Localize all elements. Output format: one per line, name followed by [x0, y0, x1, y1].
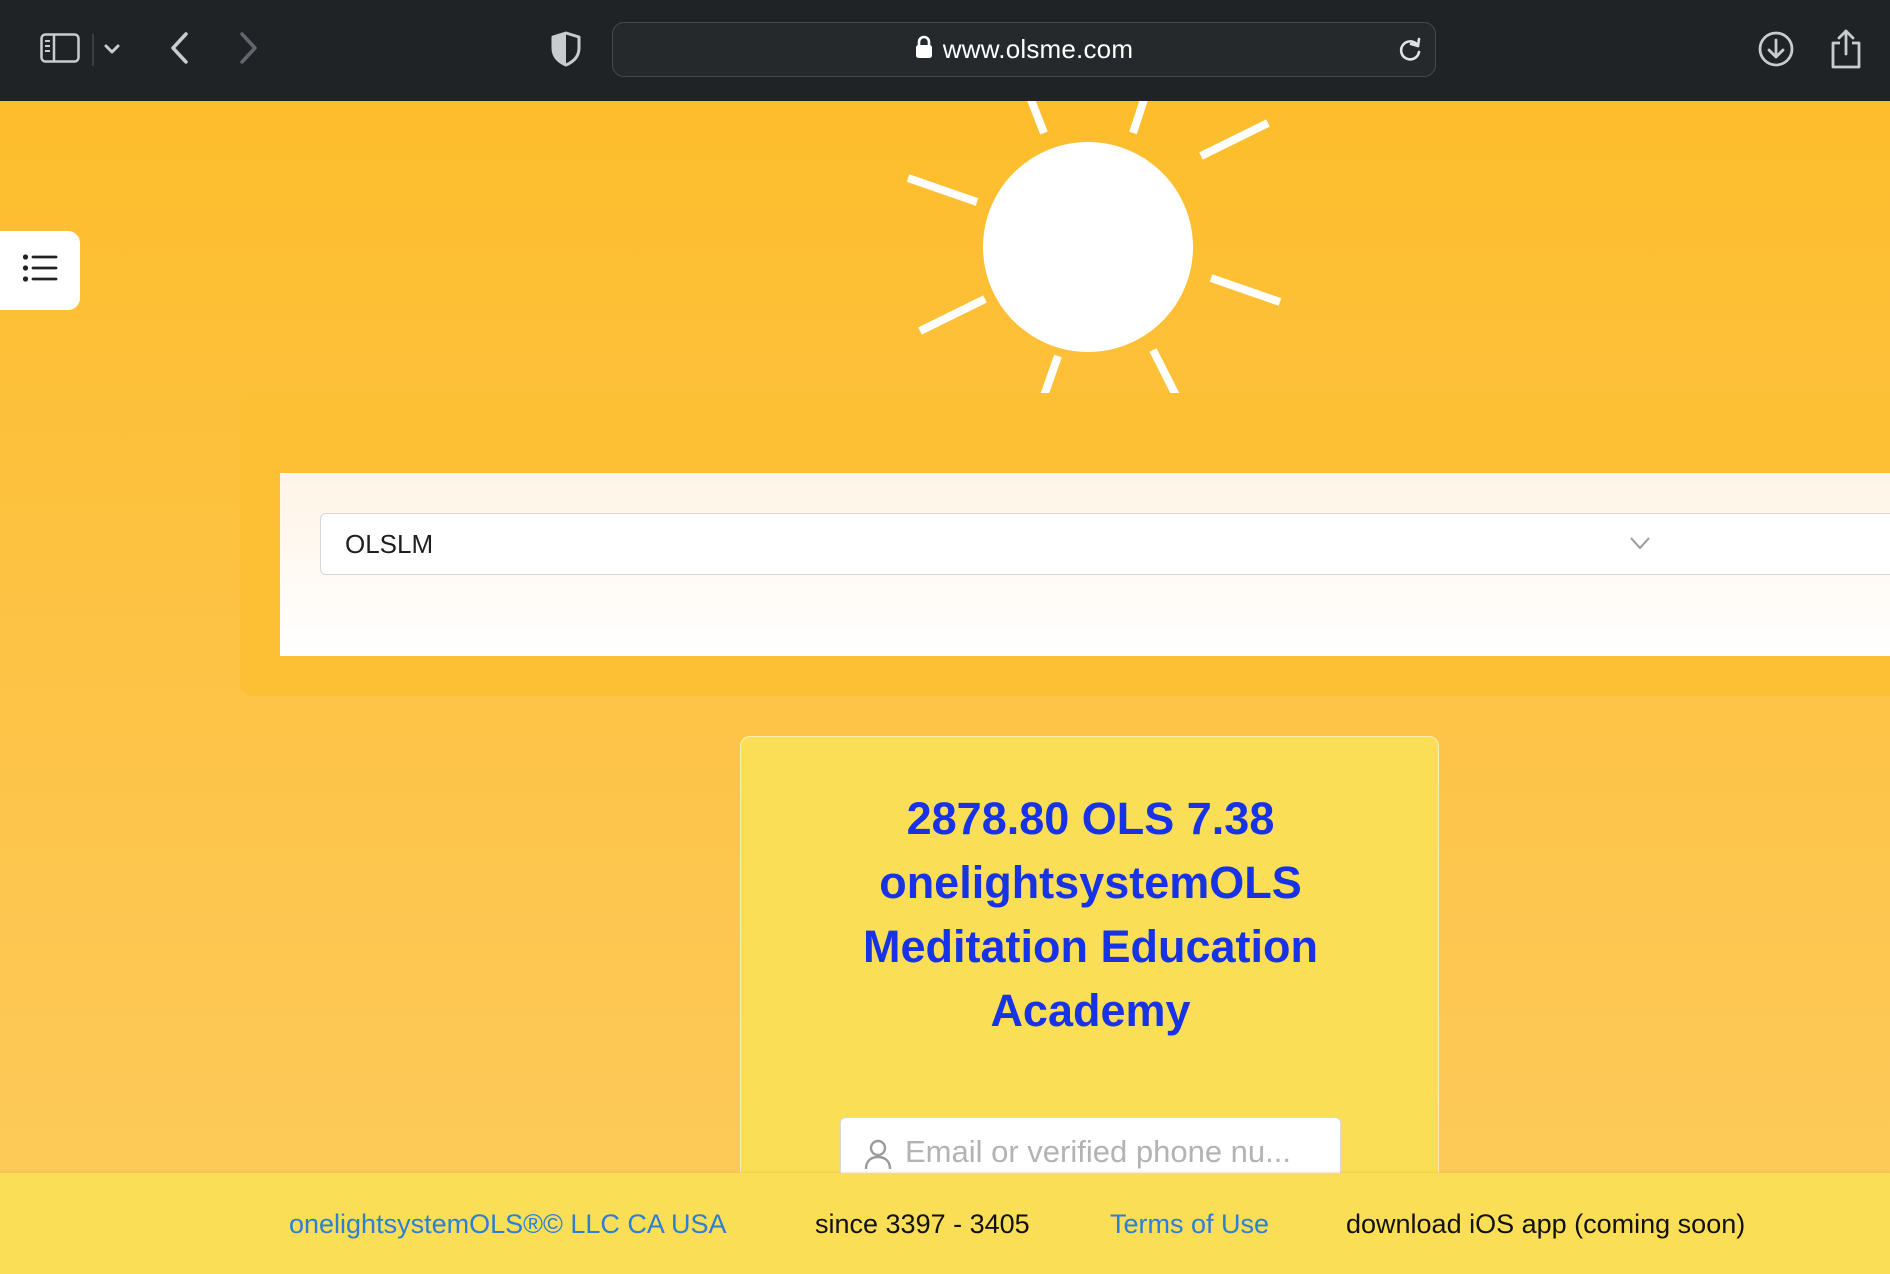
selector-panel: OLSLM — [240, 393, 1890, 696]
reload-icon[interactable] — [1395, 35, 1425, 65]
terms-link[interactable]: Terms of Use — [1110, 1173, 1269, 1274]
academy-select[interactable]: OLSLM — [320, 513, 1890, 575]
chevron-down-icon[interactable] — [100, 36, 124, 62]
title-line: Meditation Education — [863, 921, 1318, 972]
sun-icon — [906, 101, 1282, 429]
ios-app-text: download iOS app (coming soon) — [1346, 1209, 1746, 1239]
url-text[interactable]: www.olsme.com — [943, 34, 1133, 65]
title-line: 2878.80 OLS 7.38 — [906, 793, 1275, 844]
title-line: Academy — [990, 985, 1191, 1036]
lock-icon — [915, 35, 933, 64]
shield-icon[interactable] — [548, 30, 584, 68]
title-line: onelightsystemOLS — [879, 857, 1302, 908]
list-menu-icon — [22, 253, 58, 288]
sidebar-icon[interactable] — [38, 30, 82, 66]
card-title: 2878.80 OLS 7.38 onelightsystemOLS Medit… — [801, 787, 1380, 1043]
since-text: since 3397 - 3405 — [815, 1209, 1030, 1239]
chevron-down-icon[interactable] — [1628, 534, 1652, 554]
forward-arrow-icon[interactable] — [234, 30, 264, 66]
company-link[interactable]: onelightsystemOLS®© LLC CA USA — [289, 1173, 726, 1274]
download-icon[interactable] — [1756, 28, 1796, 70]
menu-button[interactable] — [0, 231, 80, 310]
select-value: OLSLM — [345, 529, 434, 559]
address-bar[interactable]: www.olsme.com — [612, 22, 1436, 77]
share-icon[interactable] — [1826, 26, 1866, 72]
footer: onelightsystemOLS®© LLC CA USA since 339… — [0, 1173, 1890, 1274]
user-icon — [863, 1138, 893, 1170]
back-arrow-icon[interactable] — [164, 30, 194, 66]
toolbar-divider — [92, 34, 94, 66]
browser-toolbar: www.olsme.com — [0, 0, 1890, 101]
page-content: OLSLM 2878.80 OLS 7.38 onelightsystemOLS… — [0, 101, 1890, 1274]
selector-card: OLSLM — [280, 473, 1890, 656]
